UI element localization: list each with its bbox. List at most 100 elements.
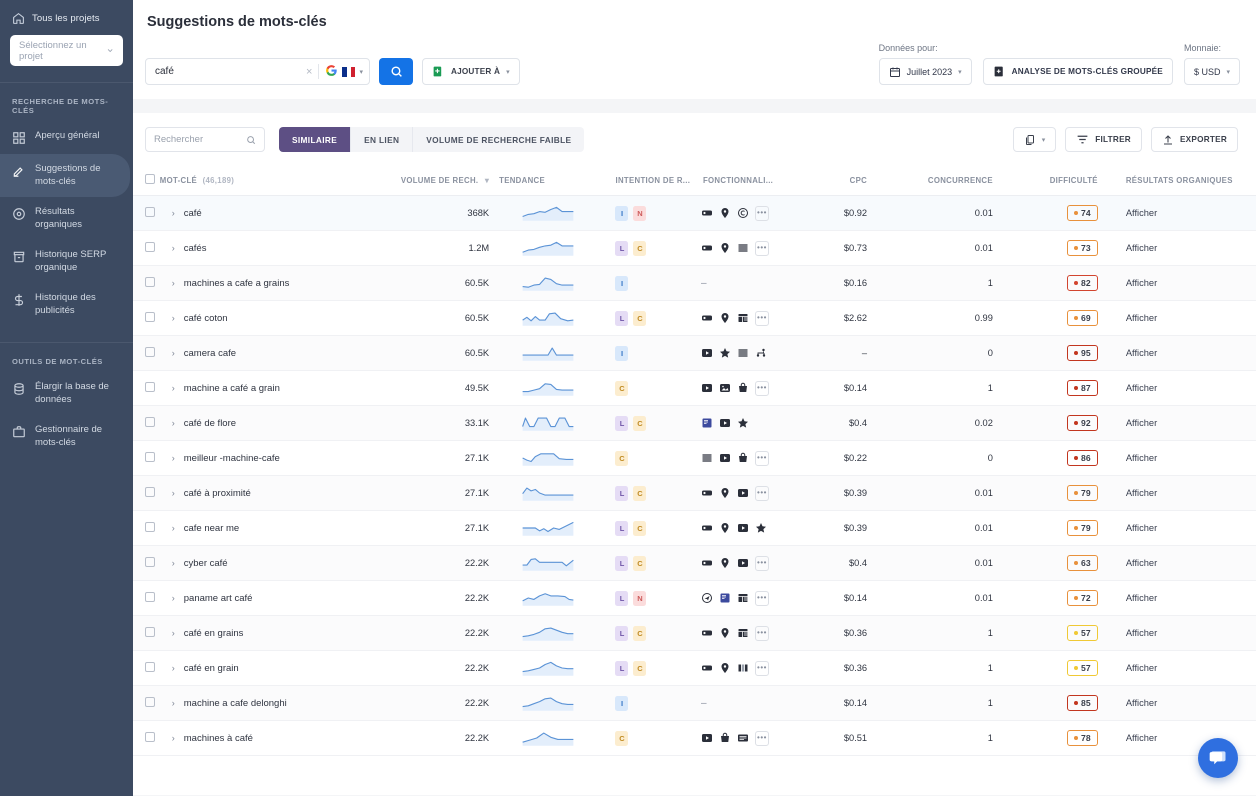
view-organic-results-link[interactable]: Afficher bbox=[1112, 488, 1256, 498]
col-cpc[interactable]: CPC bbox=[803, 165, 876, 196]
sidebar-item-gestionnaire-de-mots-cles[interactable]: Gestionnaire de mots-clés bbox=[0, 415, 133, 458]
search-engine-locale-selector[interactable]: ▾ bbox=[325, 64, 363, 80]
table-row[interactable]: › machines a cafe a grains 60.5K I – $0.16 1 82… bbox=[133, 265, 1256, 301]
row-checkbox[interactable] bbox=[145, 522, 155, 532]
view-organic-results-link[interactable]: Afficher bbox=[1112, 208, 1256, 218]
expand-row-icon[interactable]: › bbox=[172, 383, 175, 393]
col-intent[interactable]: INTENTION DE R... bbox=[607, 165, 695, 196]
view-organic-results-link[interactable]: Afficher bbox=[1112, 243, 1256, 253]
more-features-button[interactable]: ••• bbox=[754, 310, 769, 326]
view-organic-results-link[interactable]: Afficher bbox=[1112, 663, 1256, 673]
table-row[interactable]: › meilleur -machine-cafe 27.1K C ••• $0.22 0 86… bbox=[133, 440, 1256, 476]
currency-selector[interactable]: $ USD ▾ bbox=[1183, 58, 1240, 85]
row-checkbox[interactable] bbox=[145, 592, 155, 602]
keyword-search-input[interactable]: café × ▾ bbox=[145, 58, 370, 85]
expand-row-icon[interactable]: › bbox=[172, 663, 175, 673]
row-checkbox[interactable] bbox=[145, 277, 155, 287]
bulk-keyword-analysis-button[interactable]: ANALYSE DE MOTS-CLÉS GROUPÉE bbox=[982, 58, 1173, 85]
col-volume[interactable]: VOLUME DE RECH. ▾ bbox=[365, 165, 490, 196]
sidebar-item-resultats-organiques[interactable]: Résultats organiques bbox=[0, 197, 133, 240]
date-selector[interactable]: Juillet 2023 ▾ bbox=[878, 58, 972, 85]
select-all-header[interactable] bbox=[133, 165, 160, 196]
col-competition[interactable]: CONCURRENCE bbox=[875, 165, 1009, 196]
row-checkbox[interactable] bbox=[145, 347, 155, 357]
expand-row-icon[interactable]: › bbox=[172, 628, 175, 638]
sidebar-item-suggestions-de-mots-cles[interactable]: Suggestions de mots-clés bbox=[0, 154, 130, 198]
more-features-button[interactable]: ••• bbox=[754, 625, 769, 641]
row-checkbox[interactable] bbox=[145, 627, 155, 637]
sidebar-item-apercu-general[interactable]: Aperçu général bbox=[0, 121, 133, 154]
table-row[interactable]: › café à proximité 27.1K L C ••• $0.39 0.01 79 Af… bbox=[133, 475, 1256, 511]
expand-row-icon[interactable]: › bbox=[172, 208, 175, 218]
table-row[interactable]: › machines à café 22.2K C ••• $0.51 1 78 Affiche… bbox=[133, 720, 1256, 756]
expand-row-icon[interactable]: › bbox=[172, 243, 175, 253]
tab-en-lien[interactable]: EN LIEN bbox=[351, 127, 414, 152]
row-checkbox[interactable] bbox=[145, 452, 155, 462]
view-organic-results-link[interactable]: Afficher bbox=[1112, 628, 1256, 638]
more-features-button[interactable]: ••• bbox=[754, 660, 769, 676]
table-row[interactable]: › camera cafe 60.5K I –0 95 Afficher bbox=[133, 335, 1256, 371]
table-row[interactable]: › machine a cafe delonghi 22.2K I – $0.14 1 85 A… bbox=[133, 685, 1256, 721]
export-button[interactable]: EXPORTER bbox=[1150, 127, 1238, 152]
row-checkbox[interactable] bbox=[145, 697, 155, 707]
col-difficulty[interactable]: DIFFICULTÉ bbox=[1008, 165, 1112, 196]
table-row[interactable]: › café 368K I N ••• $0.92 0.01 74 Afficher bbox=[133, 195, 1256, 231]
view-organic-results-link[interactable]: Afficher bbox=[1112, 348, 1256, 358]
more-features-button[interactable]: ••• bbox=[754, 555, 769, 571]
table-row[interactable]: › café en grains 22.2K L C ••• $0.36 1 57 Affiche… bbox=[133, 615, 1256, 651]
row-checkbox[interactable] bbox=[145, 242, 155, 252]
search-button[interactable] bbox=[379, 58, 413, 85]
expand-row-icon[interactable]: › bbox=[172, 558, 175, 568]
more-features-button[interactable]: ••• bbox=[754, 380, 769, 396]
more-features-button[interactable]: ••• bbox=[754, 450, 769, 466]
table-row[interactable]: › café de flore 33.1K L C $0.4 0.02 92 Afficher bbox=[133, 405, 1256, 441]
sidebar-item-historique-serp-organique[interactable]: Historique SERP organique bbox=[0, 240, 133, 283]
expand-row-icon[interactable]: › bbox=[172, 488, 175, 498]
row-checkbox[interactable] bbox=[145, 557, 155, 567]
expand-row-icon[interactable]: › bbox=[172, 278, 175, 288]
table-row[interactable]: › cafe near me 27.1K L C $0.39 0.01 79 Afficher bbox=[133, 510, 1256, 546]
expand-row-icon[interactable]: › bbox=[172, 593, 175, 603]
view-organic-results-link[interactable]: Afficher bbox=[1112, 593, 1256, 603]
view-organic-results-link[interactable]: Afficher bbox=[1112, 383, 1256, 393]
sidebar-all-projects[interactable]: Tous les projets bbox=[0, 6, 133, 29]
expand-row-icon[interactable]: › bbox=[172, 418, 175, 428]
view-organic-results-link[interactable]: Afficher bbox=[1112, 558, 1256, 568]
table-row[interactable]: › café en grain 22.2K L C ••• $0.36 1 57 Afficher bbox=[133, 650, 1256, 686]
table-row[interactable]: › cafés 1.2M L C ••• $0.73 0.01 73 Afficher bbox=[133, 230, 1256, 266]
project-selector[interactable]: Sélectionnez un projet bbox=[10, 35, 123, 66]
table-row[interactable]: › machine a café a grain 49.5K C ••• $0.14 1 87… bbox=[133, 370, 1256, 406]
more-features-button[interactable]: ••• bbox=[754, 240, 769, 256]
row-checkbox[interactable] bbox=[145, 312, 155, 322]
view-organic-results-link[interactable]: Afficher bbox=[1112, 523, 1256, 533]
table-search-input[interactable]: Rechercher bbox=[145, 127, 265, 152]
row-checkbox[interactable] bbox=[145, 417, 155, 427]
col-organic[interactable]: RÉSULTATS ORGANIQUES bbox=[1111, 165, 1256, 196]
more-features-button[interactable]: ••• bbox=[754, 730, 769, 746]
table-row[interactable]: › cyber café 22.2K L C ••• $0.4 0.01 63 Afficher bbox=[133, 545, 1256, 581]
expand-row-icon[interactable]: › bbox=[172, 453, 175, 463]
view-organic-results-link[interactable]: Afficher bbox=[1112, 418, 1256, 428]
expand-row-icon[interactable]: › bbox=[172, 523, 175, 533]
add-to-button[interactable]: AJOUTER À ▾ bbox=[422, 58, 520, 85]
copy-button[interactable]: ▾ bbox=[1012, 127, 1057, 152]
row-checkbox[interactable] bbox=[145, 662, 155, 672]
clear-icon[interactable]: × bbox=[306, 66, 312, 78]
expand-row-icon[interactable]: › bbox=[172, 733, 175, 743]
more-features-button[interactable]: ••• bbox=[754, 590, 769, 606]
expand-row-icon[interactable]: › bbox=[172, 313, 175, 323]
table-row[interactable]: › paname art café 22.2K L N ••• $0.14 0.01 72 Aff… bbox=[133, 580, 1256, 616]
more-features-button[interactable]: ••• bbox=[754, 205, 769, 221]
col-keyword[interactable]: MOT-CLÉ (46,189) bbox=[159, 165, 366, 196]
sidebar-item-elargir-la-base-de-donnees[interactable]: Élargir la base de données bbox=[0, 372, 133, 415]
col-features[interactable]: FONCTIONNALI... bbox=[694, 165, 804, 196]
col-trend[interactable]: TENDANCE bbox=[489, 165, 608, 196]
sidebar-item-historique-des-publicites[interactable]: Historique des publicités bbox=[0, 283, 133, 326]
row-checkbox[interactable] bbox=[145, 207, 155, 217]
filter-button[interactable]: FILTRER bbox=[1065, 127, 1142, 152]
view-organic-results-link[interactable]: Afficher bbox=[1112, 733, 1256, 743]
expand-row-icon[interactable]: › bbox=[172, 348, 175, 358]
row-checkbox[interactable] bbox=[145, 487, 155, 497]
table-row[interactable]: › café coton 60.5K L C ••• $2.62 0.99 69 Afficher bbox=[133, 300, 1256, 336]
view-organic-results-link[interactable]: Afficher bbox=[1112, 453, 1256, 463]
